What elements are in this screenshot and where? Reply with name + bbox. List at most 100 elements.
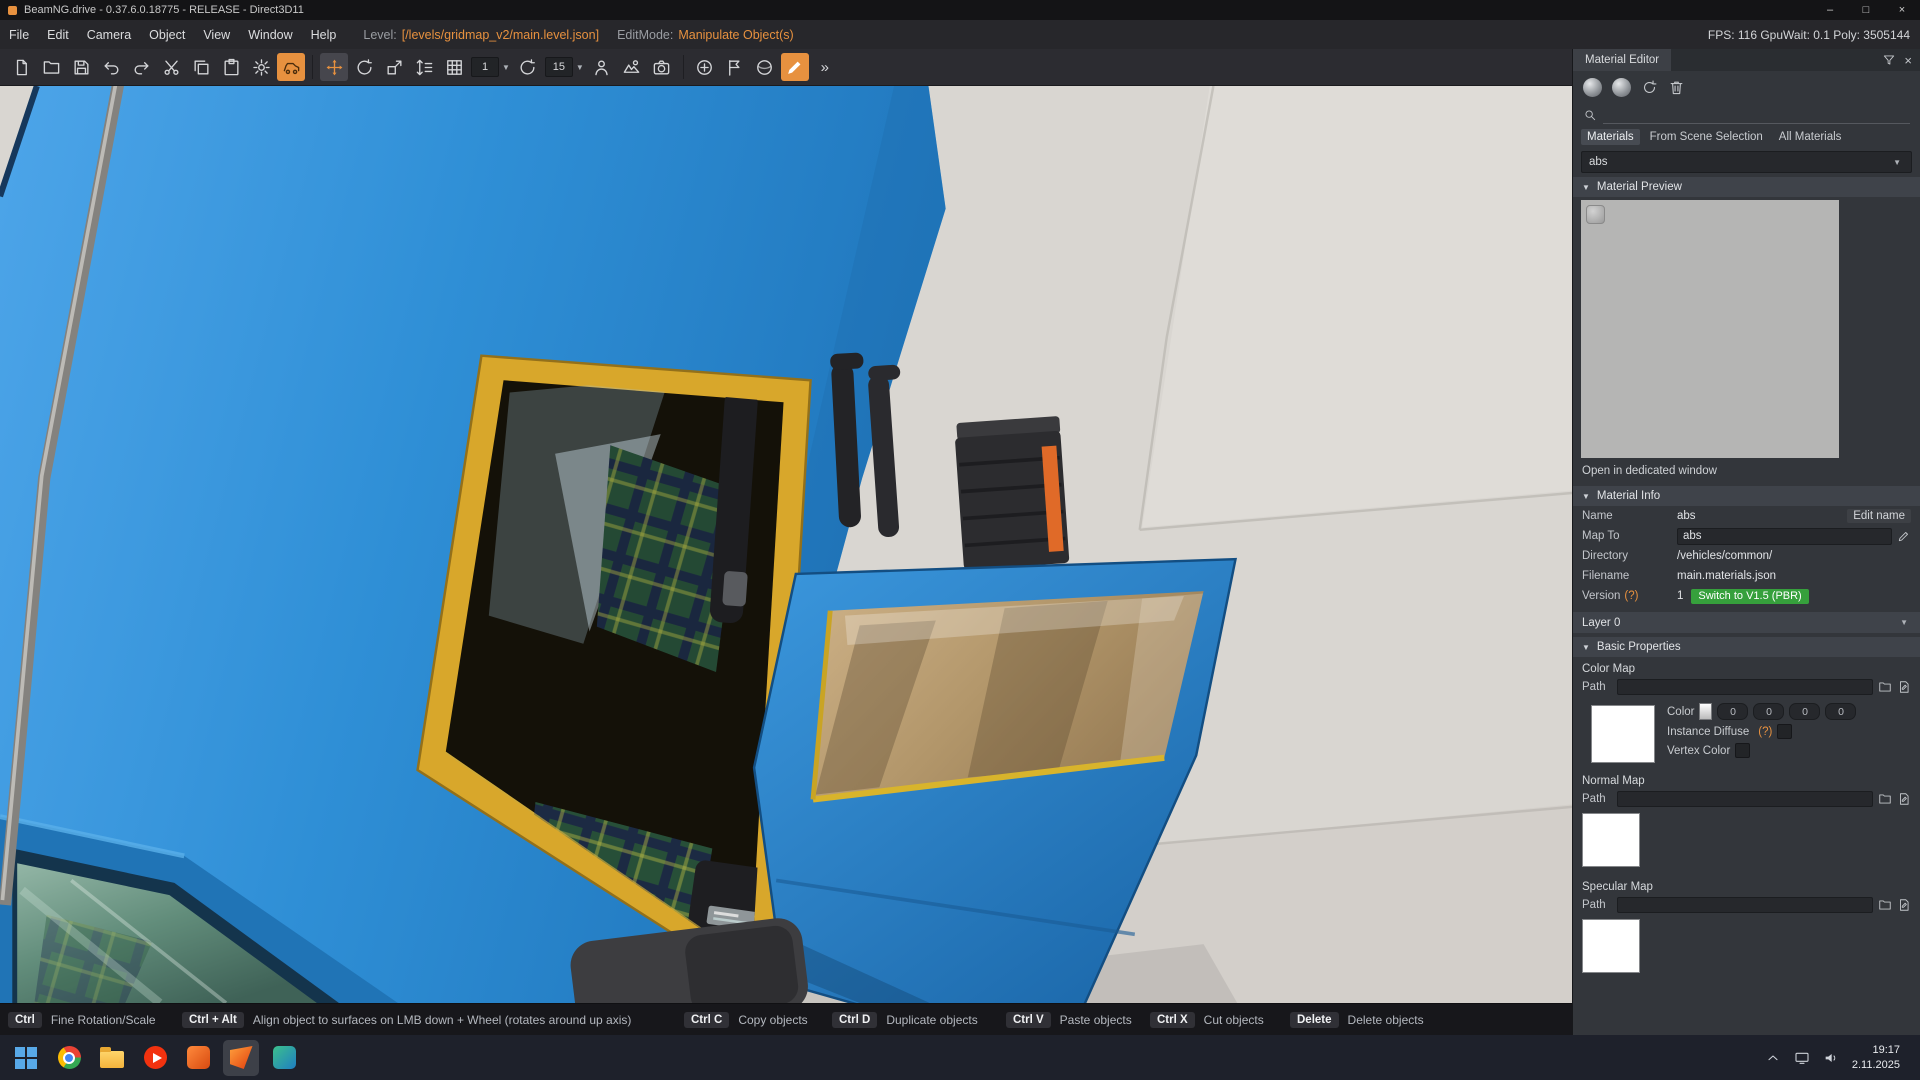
camera-tool-button[interactable]: [648, 53, 676, 81]
copy-button[interactable]: [187, 53, 215, 81]
filter-funnel-icon[interactable]: [1882, 53, 1896, 67]
material-editor-tab[interactable]: Material Editor: [1573, 49, 1671, 71]
tab-from-scene-selection[interactable]: From Scene Selection: [1644, 129, 1769, 145]
open-dedicated-window-button[interactable]: Open in dedicated window: [1573, 458, 1920, 482]
section-basic-properties[interactable]: ▼ Basic Properties: [1573, 637, 1920, 657]
new-material-button[interactable]: [1583, 78, 1602, 97]
grid-snap-dropdown-icon[interactable]: ▼: [502, 63, 510, 72]
menu-object[interactable]: Object: [140, 28, 194, 42]
viewport-3d-scene[interactable]: [0, 86, 1572, 1003]
grid-snap-value[interactable]: 1: [471, 57, 499, 77]
menu-help[interactable]: Help: [302, 28, 346, 42]
toolbar-overflow-button[interactable]: »: [811, 53, 839, 81]
edit-file-icon[interactable]: [1897, 680, 1911, 694]
start-button[interactable]: [8, 1040, 44, 1076]
normal-map-path-input[interactable]: [1617, 791, 1873, 807]
preview-sphere-thumbnail[interactable]: [1586, 205, 1605, 224]
save-button[interactable]: [67, 53, 95, 81]
editmode-value[interactable]: Manipulate Object(s): [678, 28, 793, 42]
menu-camera[interactable]: Camera: [78, 28, 140, 42]
maximize-button[interactable]: □: [1848, 0, 1884, 20]
tab-materials[interactable]: Materials: [1581, 129, 1640, 145]
paste-button[interactable]: [217, 53, 245, 81]
rotate-snap-dropdown-icon[interactable]: ▼: [576, 63, 584, 72]
panel-close-icon[interactable]: ×: [1904, 54, 1912, 67]
paint-tool-button[interactable]: [781, 53, 809, 81]
redo-button[interactable]: [127, 53, 155, 81]
duplicate-material-button[interactable]: [1612, 78, 1631, 97]
browse-folder-icon[interactable]: [1878, 898, 1892, 912]
menu-file[interactable]: File: [0, 28, 38, 42]
material-search-input[interactable]: [1603, 105, 1910, 124]
taskbar-explorer-button[interactable]: [94, 1040, 130, 1076]
scale-tool-button[interactable]: [380, 53, 408, 81]
browse-folder-icon[interactable]: [1878, 680, 1892, 694]
edit-name-button[interactable]: Edit name: [1847, 509, 1911, 523]
switch-pbr-button[interactable]: Switch to V1.5 (PBR): [1691, 589, 1808, 604]
version-help-icon[interactable]: (?): [1624, 590, 1638, 602]
rotate-snap-button[interactable]: [514, 53, 542, 81]
material-sphere-button[interactable]: [751, 53, 779, 81]
instance-diffuse-help-icon[interactable]: (?): [1758, 726, 1772, 738]
move-tool-icon: [325, 58, 344, 77]
layer-dropdown[interactable]: Layer 0 ▼: [1573, 612, 1920, 633]
minimize-button[interactable]: –: [1812, 0, 1848, 20]
terrain-tool-button[interactable]: [618, 53, 646, 81]
edit-file-icon[interactable]: [1897, 898, 1911, 912]
cut-button[interactable]: [157, 53, 185, 81]
taskbar-app-button-2[interactable]: [266, 1040, 302, 1076]
vertex-color-checkbox[interactable]: [1735, 743, 1750, 758]
section-material-preview[interactable]: ▼ Material Preview: [1573, 177, 1920, 197]
close-button[interactable]: ×: [1884, 0, 1920, 20]
add-object-button[interactable]: [691, 53, 719, 81]
map-to-input[interactable]: [1677, 528, 1892, 545]
color-value-g[interactable]: 0: [1753, 703, 1784, 720]
taskbar-media-button[interactable]: [137, 1040, 173, 1076]
flag-tool-button[interactable]: [721, 53, 749, 81]
edit-pencil-icon[interactable]: [1897, 529, 1911, 543]
color-map-path-input[interactable]: [1617, 679, 1873, 695]
material-preview-area[interactable]: [1581, 200, 1839, 458]
taskbar-chrome-button[interactable]: [51, 1040, 87, 1076]
new-file-button[interactable]: [7, 53, 35, 81]
level-path-link[interactable]: [/levels/gridmap_v2/main.level.json]: [402, 28, 599, 42]
menu-edit[interactable]: Edit: [38, 28, 78, 42]
color-picker-icon[interactable]: [1699, 703, 1712, 720]
drop-to-ground-button[interactable]: [588, 53, 616, 81]
tray-chevron-up-icon[interactable]: [1765, 1050, 1781, 1066]
menu-view[interactable]: View: [194, 28, 239, 42]
refresh-materials-button[interactable]: [1641, 79, 1658, 96]
taskbar-app-button-1[interactable]: [180, 1040, 216, 1076]
rotate-snap-value[interactable]: 15: [545, 57, 573, 77]
move-tool-button[interactable]: [320, 53, 348, 81]
open-level-button[interactable]: [37, 53, 65, 81]
rotate-tool-button[interactable]: [350, 53, 378, 81]
display-icon[interactable]: [1794, 1050, 1810, 1066]
taskbar-beamng-button[interactable]: [223, 1040, 259, 1076]
undo-button[interactable]: [97, 53, 125, 81]
material-select-dropdown[interactable]: abs ▼: [1581, 151, 1912, 173]
normal-map-swatch[interactable]: [1582, 813, 1640, 867]
specular-map-path-input[interactable]: [1617, 897, 1873, 913]
specular-map-swatch[interactable]: [1582, 919, 1640, 973]
transform-settings-button[interactable]: [410, 53, 438, 81]
color-map-swatch[interactable]: [1591, 705, 1655, 763]
edit-file-icon[interactable]: [1897, 792, 1911, 806]
version-label: Version(?): [1582, 590, 1677, 602]
menu-window[interactable]: Window: [239, 28, 301, 42]
tab-all-materials[interactable]: All Materials: [1773, 129, 1848, 145]
grid-snap-button[interactable]: [440, 53, 468, 81]
browse-folder-icon[interactable]: [1878, 792, 1892, 806]
redo-icon: [132, 58, 151, 77]
vehicle-tool-button[interactable]: [277, 53, 305, 81]
delete-material-button[interactable]: [1668, 79, 1685, 96]
section-material-info[interactable]: ▼ Material Info: [1573, 486, 1920, 506]
speaker-icon[interactable]: [1823, 1050, 1839, 1066]
color-value-r[interactable]: 0: [1717, 703, 1748, 720]
instance-diffuse-checkbox[interactable]: [1777, 724, 1792, 739]
settings-button[interactable]: [247, 53, 275, 81]
taskbar-clock[interactable]: 19:17 2.11.2025: [1852, 1043, 1900, 1073]
color-value-a[interactable]: 0: [1825, 703, 1856, 720]
color-value-b[interactable]: 0: [1789, 703, 1820, 720]
normal-map-label: Normal Map: [1573, 763, 1920, 789]
